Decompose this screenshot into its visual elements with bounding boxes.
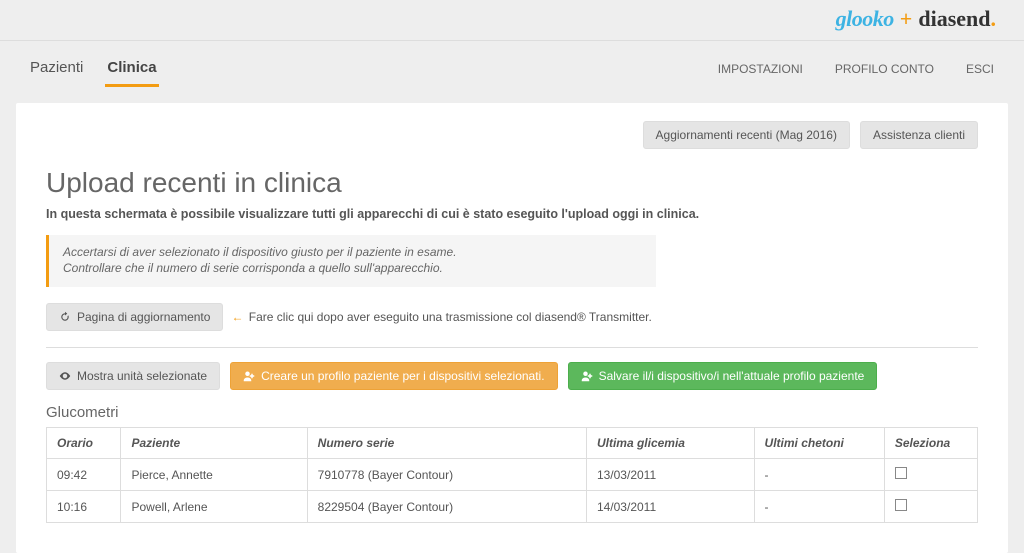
logo-plus: + xyxy=(900,6,913,32)
logo-dot: . xyxy=(991,6,997,32)
cell-glicemia: 13/03/2011 xyxy=(586,459,754,491)
save-device-label: Salvare il/i dispositivo/i nell'attuale … xyxy=(599,369,865,383)
th-chetoni: Ultimi chetoni xyxy=(754,428,884,459)
topbar: glooko + diasend . xyxy=(0,0,1024,41)
user-plus-icon xyxy=(581,370,593,382)
logo-diasend: diasend xyxy=(918,6,990,32)
cell-orario: 09:42 xyxy=(47,459,121,491)
action-row: Mostra unità selezionate Creare un profi… xyxy=(46,362,978,390)
cell-serie: 7910778 (Bayer Contour) xyxy=(307,459,586,491)
refresh-label: Pagina di aggiornamento xyxy=(77,310,210,324)
cell-seleziona xyxy=(884,459,977,491)
divider xyxy=(46,347,978,348)
show-selected-units-button[interactable]: Mostra unità selezionate xyxy=(46,362,220,390)
logo-glooko: glooko xyxy=(836,6,894,32)
arrow-left-icon: ← xyxy=(231,310,243,324)
customer-support-button[interactable]: Assistenza clienti xyxy=(860,121,978,149)
page-title: Upload recenti in clinica xyxy=(46,167,978,199)
save-device-to-profile-button[interactable]: Salvare il/i dispositivo/i nell'attuale … xyxy=(568,362,878,390)
glucometri-table: Orario Paziente Numero serie Ultima glic… xyxy=(46,427,978,523)
refresh-hint-text: Fare clic qui dopo aver eseguito una tra… xyxy=(249,310,652,324)
tab-pazienti[interactable]: Pazienti xyxy=(28,51,85,87)
nav-impostazioni[interactable]: IMPOSTAZIONI xyxy=(716,54,805,84)
alert-line-1: Accertarsi di aver selezionato il dispos… xyxy=(63,245,642,259)
user-plus-icon xyxy=(243,370,255,382)
th-paziente: Paziente xyxy=(121,428,307,459)
eye-icon xyxy=(59,370,71,382)
brand-logo: glooko + diasend . xyxy=(836,6,996,32)
cell-glicemia: 14/03/2011 xyxy=(586,491,754,523)
th-orario: Orario xyxy=(47,428,121,459)
sub-buttons: Aggiornamenti recenti (Mag 2016) Assiste… xyxy=(46,121,978,149)
th-serie: Numero serie xyxy=(307,428,586,459)
nav-profilo-conto[interactable]: PROFILO CONTO xyxy=(833,54,936,84)
nav-right: IMPOSTAZIONI PROFILO CONTO ESCI xyxy=(716,54,996,84)
th-seleziona: Seleziona xyxy=(884,428,977,459)
cell-seleziona xyxy=(884,491,977,523)
th-glicemia: Ultima glicemia xyxy=(586,428,754,459)
refresh-row: Pagina di aggiornamento ← Fare clic qui … xyxy=(46,303,978,331)
refresh-page-button[interactable]: Pagina di aggiornamento xyxy=(46,303,223,331)
refresh-hint: ← Fare clic qui dopo aver eseguito una t… xyxy=(231,310,651,324)
nav-left: Pazienti Clinica xyxy=(28,51,159,87)
refresh-icon xyxy=(59,311,71,323)
cell-serie: 8229504 (Bayer Contour) xyxy=(307,491,586,523)
table-row: 09:42 Pierce, Annette 7910778 (Bayer Con… xyxy=(47,459,978,491)
create-profile-label: Creare un profilo paziente per i disposi… xyxy=(261,369,544,383)
warning-alert: Accertarsi di aver selezionato il dispos… xyxy=(46,235,656,287)
cell-paziente: Powell, Arlene xyxy=(121,491,307,523)
row-checkbox[interactable] xyxy=(895,467,907,479)
page-subtitle: In questa schermata è possibile visualiz… xyxy=(46,207,978,221)
glucometri-title: Glucometri xyxy=(46,404,978,421)
recent-updates-button[interactable]: Aggiornamenti recenti (Mag 2016) xyxy=(643,121,850,149)
table-row: 10:16 Powell, Arlene 8229504 (Bayer Cont… xyxy=(47,491,978,523)
cell-paziente: Pierce, Annette xyxy=(121,459,307,491)
main-content: Aggiornamenti recenti (Mag 2016) Assiste… xyxy=(16,103,1008,553)
table-header-row: Orario Paziente Numero serie Ultima glic… xyxy=(47,428,978,459)
create-patient-profile-button[interactable]: Creare un profilo paziente per i disposi… xyxy=(230,362,557,390)
show-selected-label: Mostra unità selezionate xyxy=(77,369,207,383)
cell-chetoni: - xyxy=(754,459,884,491)
cell-orario: 10:16 xyxy=(47,491,121,523)
tab-clinica[interactable]: Clinica xyxy=(105,51,158,87)
cell-chetoni: - xyxy=(754,491,884,523)
row-checkbox[interactable] xyxy=(895,499,907,511)
nav-esci[interactable]: ESCI xyxy=(964,54,996,84)
alert-line-2: Controllare che il numero di serie corri… xyxy=(63,261,642,275)
navbar: Pazienti Clinica IMPOSTAZIONI PROFILO CO… xyxy=(0,41,1024,87)
